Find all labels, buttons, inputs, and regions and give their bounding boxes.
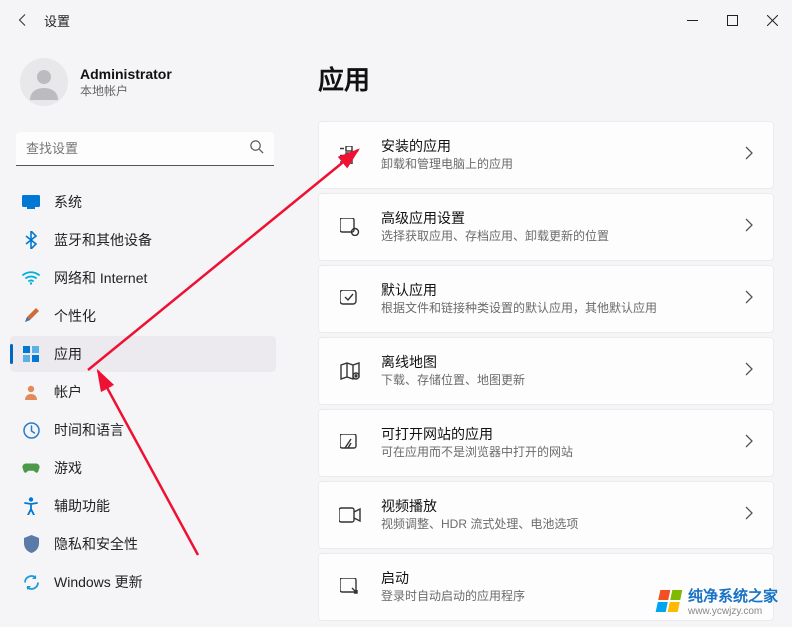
- video-icon: [339, 504, 361, 526]
- sidebar-item-label: 隐私和安全性: [54, 534, 138, 554]
- chevron-right-icon: [745, 290, 753, 309]
- startup-icon: [339, 576, 361, 598]
- card-video-playback[interactable]: 视频播放 视频调整、HDR 流式处理、电池选项: [318, 481, 774, 549]
- card-subtitle: 根据文件和链接种类设置的默认应用，其他默认应用: [381, 301, 725, 317]
- search-input[interactable]: [16, 132, 274, 166]
- default-apps-icon: [339, 288, 361, 310]
- sidebar-item-accounts[interactable]: 帐户: [10, 374, 276, 410]
- card-subtitle: 视频调整、HDR 流式处理、电池选项: [381, 517, 725, 533]
- card-subtitle: 选择获取应用、存档应用、卸载更新的位置: [381, 229, 725, 245]
- sidebar-item-label: 游戏: [54, 458, 82, 478]
- sidebar-item-label: 应用: [54, 344, 82, 364]
- close-button[interactable]: [752, 0, 792, 40]
- card-offline-maps[interactable]: 离线地图 下载、存储位置、地图更新: [318, 337, 774, 405]
- card-subtitle: 下载、存储位置、地图更新: [381, 373, 725, 389]
- sidebar: Administrator 本地帐户 系统 蓝牙和其他设备 网络和 Intern…: [0, 40, 284, 627]
- sidebar-item-label: 网络和 Internet: [54, 268, 147, 288]
- gamepad-icon: [22, 459, 40, 477]
- card-installed-apps[interactable]: 安装的应用 卸载和管理电脑上的应用: [318, 121, 774, 189]
- system-icon: [22, 193, 40, 211]
- card-title: 高级应用设置: [381, 209, 725, 227]
- clock-globe-icon: [22, 421, 40, 439]
- sidebar-item-label: Windows 更新: [54, 572, 143, 592]
- sidebar-item-privacy[interactable]: 隐私和安全性: [10, 526, 276, 562]
- card-title: 离线地图: [381, 353, 725, 371]
- card-title: 安装的应用: [381, 137, 725, 155]
- window-title: 设置: [44, 11, 70, 30]
- sidebar-nav: 系统 蓝牙和其他设备 网络和 Internet 个性化 应用 帐户: [10, 184, 284, 600]
- page-title: 应用: [318, 60, 774, 97]
- sidebar-item-accessibility[interactable]: 辅助功能: [10, 488, 276, 524]
- accessibility-icon: [22, 497, 40, 515]
- user-name: Administrator: [80, 66, 172, 82]
- back-button[interactable]: [14, 11, 32, 29]
- sidebar-item-system[interactable]: 系统: [10, 184, 276, 220]
- card-subtitle: 可在应用而不是浏览器中打开的网站: [381, 445, 725, 461]
- close-icon: [767, 15, 778, 26]
- sidebar-item-apps[interactable]: 应用: [10, 336, 276, 372]
- sidebar-item-label: 帐户: [54, 382, 82, 402]
- chevron-right-icon: [745, 218, 753, 237]
- sidebar-item-label: 辅助功能: [54, 496, 110, 516]
- maximize-button[interactable]: [712, 0, 752, 40]
- shield-icon: [22, 535, 40, 553]
- brush-icon: [22, 307, 40, 325]
- apps-icon: [22, 345, 40, 363]
- chevron-right-icon: [745, 506, 753, 525]
- sidebar-item-time-language[interactable]: 时间和语言: [10, 412, 276, 448]
- watermark: 纯净系统之家 www.ycwjzy.com: [658, 585, 778, 617]
- sidebar-item-bluetooth[interactable]: 蓝牙和其他设备: [10, 222, 276, 258]
- sidebar-item-label: 蓝牙和其他设备: [54, 230, 152, 250]
- card-default-apps[interactable]: 默认应用 根据文件和链接种类设置的默认应用，其他默认应用: [318, 265, 774, 333]
- card-title: 视频播放: [381, 497, 725, 515]
- card-title: 可打开网站的应用: [381, 425, 725, 443]
- sidebar-item-label: 时间和语言: [54, 420, 124, 440]
- card-apps-for-websites[interactable]: 可打开网站的应用 可在应用而不是浏览器中打开的网站: [318, 409, 774, 477]
- user-subtitle: 本地帐户: [80, 82, 172, 99]
- sidebar-item-gaming[interactable]: 游戏: [10, 450, 276, 486]
- window-controls: [672, 0, 792, 40]
- advanced-settings-icon: [339, 216, 361, 238]
- user-icon: [26, 64, 62, 100]
- chevron-right-icon: [745, 146, 753, 165]
- bluetooth-icon: [22, 231, 40, 249]
- search-icon: [249, 139, 264, 159]
- arrow-left-icon: [16, 13, 30, 27]
- settings-cards: 安装的应用 卸载和管理电脑上的应用 高级应用设置 选择获取应用、存档应用、卸载更…: [318, 121, 774, 621]
- sidebar-item-label: 个性化: [54, 306, 96, 326]
- card-subtitle: 卸载和管理电脑上的应用: [381, 157, 725, 173]
- watermark-name: 纯净系统之家: [688, 588, 778, 605]
- watermark-url: www.ycwjzy.com: [688, 606, 778, 617]
- chevron-right-icon: [745, 362, 753, 381]
- card-title: 默认应用: [381, 281, 725, 299]
- update-icon: [22, 573, 40, 591]
- wifi-icon: [22, 269, 40, 287]
- minimize-button[interactable]: [672, 0, 712, 40]
- main-content: 应用 安装的应用 卸载和管理电脑上的应用 高级应用设置 选择获取应用、存档应用、…: [284, 40, 792, 627]
- card-advanced-app-settings[interactable]: 高级应用设置 选择获取应用、存档应用、卸载更新的位置: [318, 193, 774, 261]
- minimize-icon: [687, 15, 698, 26]
- search-wrap: [16, 132, 274, 166]
- watermark-logo-icon: [656, 590, 683, 612]
- sidebar-item-personalization[interactable]: 个性化: [10, 298, 276, 334]
- account-icon: [22, 383, 40, 401]
- maximize-icon: [727, 15, 738, 26]
- installed-apps-icon: [339, 144, 361, 166]
- map-icon: [339, 360, 361, 382]
- avatar: [20, 58, 68, 106]
- user-account-row[interactable]: Administrator 本地帐户: [10, 50, 284, 114]
- chevron-right-icon: [745, 434, 753, 453]
- sidebar-item-label: 系统: [54, 192, 82, 212]
- website-app-icon: [339, 432, 361, 454]
- sidebar-item-network[interactable]: 网络和 Internet: [10, 260, 276, 296]
- titlebar: 设置: [0, 0, 792, 40]
- sidebar-item-windows-update[interactable]: Windows 更新: [10, 564, 276, 600]
